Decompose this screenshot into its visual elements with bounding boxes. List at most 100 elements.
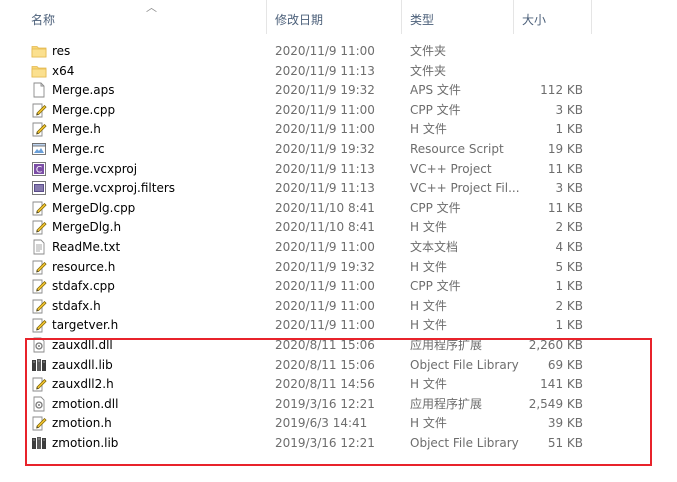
folder-icon bbox=[31, 63, 47, 79]
file-row[interactable]: targetver.h 2020/11/9 11:00 H 文件 1 KB bbox=[0, 315, 677, 335]
file-type: 文件夹 bbox=[410, 63, 447, 78]
svg-text:C: C bbox=[36, 165, 42, 175]
file-row[interactable]: MergeDlg.cpp 2020/11/10 8:41 CPP 文件 11 KB bbox=[0, 198, 677, 218]
file-name: Merge.vcxproj.filters bbox=[52, 181, 176, 196]
file-date: 2020/11/9 11:00 bbox=[275, 240, 375, 254]
file-date: 2020/11/9 11:13 bbox=[275, 161, 375, 176]
file-size: 1 KB bbox=[555, 122, 583, 137]
file-type: H 文件 bbox=[410, 298, 447, 313]
file-name: x64 bbox=[52, 63, 75, 78]
file-row[interactable]: ReadMe.txt 2020/11/9 11:00 文本文档 4 KB bbox=[0, 237, 677, 257]
file-date: 2020/11/10 8:41 bbox=[275, 220, 375, 235]
column-header-size-label: 大小 bbox=[522, 13, 547, 27]
column-header-bar: 名称 ︿ 修改日期 类型 大小 bbox=[0, 0, 677, 34]
file-type: APS 文件 bbox=[410, 83, 461, 98]
file-type: VC++ Project Fil... bbox=[410, 181, 520, 196]
file-date: 2020/11/10 8:41 bbox=[275, 200, 375, 215]
file-type: Resource Script bbox=[410, 142, 504, 156]
file-date: 2020/11/9 11:00 bbox=[275, 102, 375, 117]
edit-icon bbox=[31, 259, 47, 275]
file-type: CPP 文件 bbox=[410, 279, 461, 294]
file-name: targetver.h bbox=[52, 318, 119, 333]
file-name: Merge.rc bbox=[52, 142, 105, 156]
text-icon bbox=[31, 239, 47, 255]
folder-icon bbox=[31, 43, 47, 59]
file-size: 11 KB bbox=[547, 161, 583, 176]
red-highlight-box bbox=[25, 338, 652, 466]
edit-icon bbox=[31, 200, 47, 216]
file-name: ReadMe.txt bbox=[52, 240, 121, 254]
file-date: 2020/11/9 11:00 bbox=[275, 122, 375, 137]
file-date: 2020/11/9 11:00 bbox=[275, 298, 375, 313]
file-size: 1 KB bbox=[555, 318, 583, 333]
filters-icon bbox=[31, 180, 47, 196]
file-size: 1 KB bbox=[555, 279, 583, 294]
file-size: 3 KB bbox=[555, 102, 583, 117]
file-row[interactable]: x64 2020/11/9 11:13 文件夹 bbox=[0, 61, 677, 81]
file-name: stdafx.cpp bbox=[52, 279, 115, 294]
file-row[interactable]: stdafx.cpp 2020/11/9 11:00 CPP 文件 1 KB bbox=[0, 276, 677, 296]
edit-icon bbox=[31, 219, 47, 235]
edit-icon bbox=[31, 102, 47, 118]
file-name: MergeDlg.h bbox=[52, 220, 122, 235]
edit-icon bbox=[31, 121, 47, 137]
edit-icon bbox=[31, 317, 47, 333]
file-name: stdafx.h bbox=[52, 298, 101, 313]
column-header-size[interactable]: 大小 bbox=[514, 0, 592, 34]
file-date: 2020/11/9 19:32 bbox=[275, 83, 375, 98]
file-row[interactable]: Merge.aps 2020/11/9 19:32 APS 文件 112 KB bbox=[0, 80, 677, 100]
file-type: H 文件 bbox=[410, 220, 447, 235]
file-row[interactable]: res 2020/11/9 11:00 文件夹 bbox=[0, 41, 677, 61]
file-row[interactable]: Merge.h 2020/11/9 11:00 H 文件 1 KB bbox=[0, 119, 677, 139]
file-size: 2 KB bbox=[555, 298, 583, 313]
file-type: H 文件 bbox=[410, 318, 447, 333]
sort-ascending-icon: ︿ bbox=[146, 1, 157, 14]
file-name: MergeDlg.cpp bbox=[52, 200, 136, 215]
edit-icon bbox=[31, 298, 47, 314]
column-header-date[interactable]: 修改日期 bbox=[267, 0, 402, 34]
column-header-type-label: 类型 bbox=[410, 13, 435, 27]
file-type: H 文件 bbox=[410, 122, 447, 137]
file-name: Merge.h bbox=[52, 122, 101, 137]
file-size: 4 KB bbox=[555, 240, 583, 254]
file-name: Merge.cpp bbox=[52, 102, 116, 117]
file-size: 2 KB bbox=[555, 220, 583, 235]
vcxproj-icon: C bbox=[31, 161, 47, 177]
file-row[interactable]: Merge.vcxproj.filters 2020/11/9 11:13 VC++… bbox=[0, 178, 677, 198]
file-row[interactable]: resource.h 2020/11/9 19:32 H 文件 5 KB bbox=[0, 257, 677, 277]
file-type: 文件夹 bbox=[410, 44, 447, 58]
file-date: 2020/11/9 11:00 bbox=[275, 279, 375, 294]
file-type: VC++ Project bbox=[410, 161, 492, 176]
file-size: 19 KB bbox=[547, 142, 583, 156]
file-type: 文本文档 bbox=[410, 240, 459, 254]
file-icon bbox=[31, 82, 47, 98]
file-size: 5 KB bbox=[555, 259, 583, 274]
file-row[interactable]: MergeDlg.h 2020/11/10 8:41 H 文件 2 KB bbox=[0, 217, 677, 237]
file-date: 2020/11/9 11:00 bbox=[275, 318, 375, 333]
file-date: 2020/11/9 11:13 bbox=[275, 63, 375, 78]
file-size: 11 KB bbox=[547, 200, 583, 215]
column-header-name-label: 名称 bbox=[31, 13, 56, 27]
file-date: 2020/11/9 11:13 bbox=[275, 181, 375, 196]
file-name: Merge.aps bbox=[52, 83, 115, 98]
file-type: CPP 文件 bbox=[410, 200, 461, 215]
rc-icon bbox=[31, 141, 47, 157]
column-header-type[interactable]: 类型 bbox=[402, 0, 514, 34]
column-header-date-label: 修改日期 bbox=[275, 13, 324, 27]
file-row[interactable]: Merge.rc 2020/11/9 19:32 Resource Script 19… bbox=[0, 139, 677, 159]
file-name: Merge.vcxproj bbox=[52, 161, 138, 176]
file-row[interactable]: C Merge.vcxproj 2020/11/9 11:13 VC++ Projec… bbox=[0, 159, 677, 179]
file-size: 3 KB bbox=[555, 181, 583, 196]
edit-icon bbox=[31, 278, 47, 294]
file-date: 2020/11/9 11:00 bbox=[275, 44, 375, 58]
file-name: res bbox=[52, 44, 71, 58]
file-size: 112 KB bbox=[540, 83, 583, 98]
file-type: H 文件 bbox=[410, 259, 447, 274]
file-row[interactable]: Merge.cpp 2020/11/9 11:00 CPP 文件 3 KB bbox=[0, 100, 677, 120]
file-row[interactable]: stdafx.h 2020/11/9 11:00 H 文件 2 KB bbox=[0, 296, 677, 316]
file-date: 2020/11/9 19:32 bbox=[275, 142, 375, 156]
column-header-name[interactable]: 名称 ︿ bbox=[0, 0, 267, 34]
file-type: CPP 文件 bbox=[410, 102, 461, 117]
file-name: resource.h bbox=[52, 259, 116, 274]
file-date: 2020/11/9 19:32 bbox=[275, 259, 375, 274]
